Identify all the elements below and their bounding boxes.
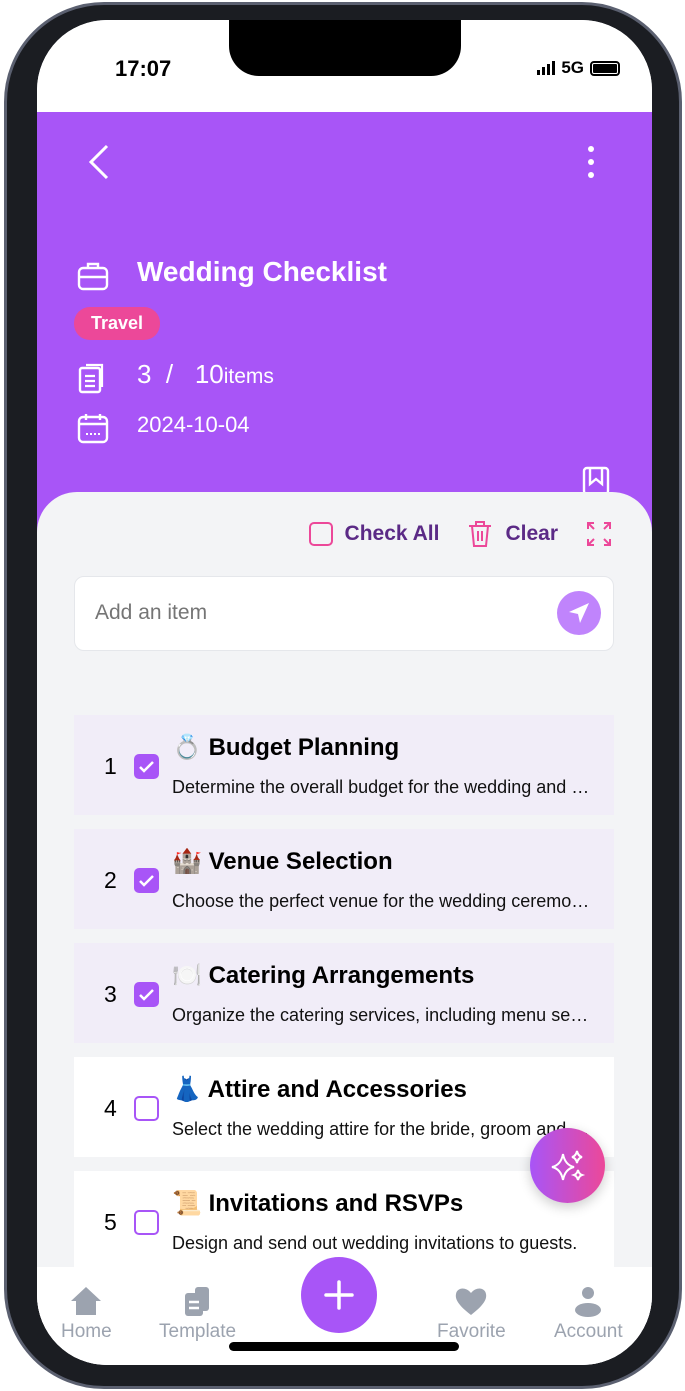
checklist-item[interactable]: 4 👗 Attire and Accessories Select the we…: [74, 1057, 614, 1157]
item-number: 3: [104, 981, 117, 1007]
item-title: Attire and Accessories: [207, 1076, 467, 1103]
add-item-field: [74, 576, 614, 651]
item-number: 2: [104, 867, 117, 893]
plus-icon: [324, 1280, 354, 1310]
checkmark-icon: [139, 761, 154, 773]
item-emoji: 🏰: [172, 848, 202, 875]
item-number: 1: [104, 753, 117, 779]
send-icon: [569, 603, 589, 623]
screen: 17:07 5G Wedding Checklist Travel 3 / 10…: [37, 20, 652, 1365]
nav-favorite[interactable]: Favorite: [437, 1285, 506, 1343]
clear-button[interactable]: Clear: [505, 522, 558, 546]
item-count: 3 / 10items: [137, 359, 274, 389]
item-emoji: 👗: [172, 1076, 202, 1103]
item-emoji: 📜: [172, 1190, 202, 1217]
page-title: Wedding Checklist: [137, 256, 387, 287]
status-bar: 17:07 5G: [37, 20, 652, 112]
heart-icon: [456, 1288, 487, 1315]
item-number: 5: [104, 1209, 117, 1235]
item-checkbox[interactable]: [134, 1096, 159, 1121]
item-checkbox[interactable]: [134, 982, 159, 1007]
expand-icon[interactable]: [586, 521, 612, 547]
item-description: Select the wedding attire for the bride,…: [172, 1119, 592, 1139]
item-emoji: 💍: [172, 734, 202, 761]
item-checkbox[interactable]: [134, 754, 159, 779]
nav-account[interactable]: Account: [554, 1285, 623, 1343]
checklist-item[interactable]: 5 📜 Invitations and RSVPs Design and sen…: [74, 1171, 614, 1271]
item-checkbox[interactable]: [134, 1210, 159, 1235]
send-button[interactable]: [557, 591, 601, 635]
add-checklist-button[interactable]: [301, 1257, 377, 1333]
item-number: 4: [104, 1095, 117, 1121]
item-checkbox[interactable]: [134, 868, 159, 893]
trash-icon[interactable]: [467, 520, 493, 548]
signal-icon: [537, 61, 556, 75]
add-item-input[interactable]: [95, 601, 535, 625]
category-tag[interactable]: Travel: [74, 307, 161, 340]
check-all-checkbox[interactable]: [308, 522, 333, 546]
item-title: Invitations and RSVPs: [208, 1190, 464, 1217]
checklist-date: 2024-10-04: [137, 412, 250, 437]
briefcase-icon: [77, 262, 109, 291]
item-title: Budget Planning: [208, 734, 400, 761]
item-description: Design and send out wedding invitations …: [172, 1233, 578, 1253]
home-icon: [71, 1287, 102, 1315]
account-icon: [575, 1287, 602, 1317]
notch: [229, 20, 461, 76]
checklist-item[interactable]: 1 💍 Budget Planning Determine the overal…: [74, 715, 614, 815]
checklist-item[interactable]: 2 🏰 Venue Selection Choose the perfect v…: [74, 829, 614, 929]
network-label: 5G: [561, 58, 584, 77]
item-description: Organize the catering services, includin…: [172, 1005, 592, 1025]
item-description: Choose the perfect venue for the wedding…: [172, 891, 592, 911]
status-time: 17:07: [115, 56, 172, 81]
more-options-button[interactable]: [588, 146, 594, 178]
home-indicator: [229, 1342, 459, 1351]
calendar-icon: [77, 414, 109, 444]
clipboard-icon: [78, 363, 104, 394]
template-icon: [184, 1287, 209, 1316]
item-title: Venue Selection: [208, 848, 393, 875]
checkmark-icon: [139, 989, 154, 1001]
checkmark-icon: [139, 875, 154, 887]
sparkle-icon: [551, 1150, 585, 1180]
battery-icon: [590, 60, 620, 76]
checklist-header: Wedding Checklist Travel 3 / 10items 202…: [37, 112, 652, 532]
ai-sparkle-button[interactable]: [530, 1128, 605, 1203]
nav-template[interactable]: Template: [159, 1285, 236, 1343]
back-button[interactable]: [87, 142, 111, 192]
nav-home[interactable]: Home: [61, 1285, 112, 1343]
item-description: Determine the overall budget for the wed…: [172, 777, 592, 797]
item-title: Catering Arrangements: [208, 962, 475, 989]
checklist-item[interactable]: 3 🍽️ Catering Arrangements Organize the …: [74, 943, 614, 1043]
item-emoji: 🍽️: [172, 962, 202, 989]
check-all-button[interactable]: Check All: [345, 522, 440, 546]
